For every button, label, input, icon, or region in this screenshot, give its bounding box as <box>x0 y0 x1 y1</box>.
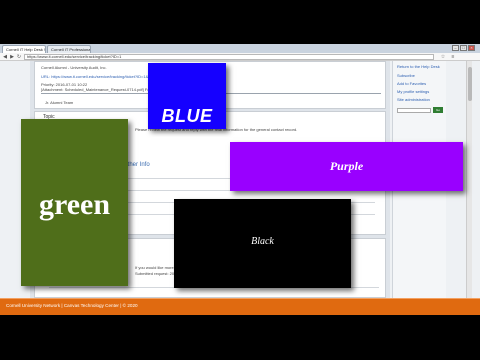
black-card-label: Black <box>251 236 274 247</box>
address-toolbar: ◀ ▶ ↻ https://www.it.cornell.edu/service… <box>0 53 480 61</box>
url-field[interactable]: https://www.it.cornell.edu/service/track… <box>24 54 434 60</box>
blue-card-label: BLUE <box>161 106 213 126</box>
letterbox-bottom <box>0 315 480 360</box>
star-icon[interactable]: ☆ <box>440 54 446 60</box>
back-icon[interactable]: ◀ <box>2 54 8 60</box>
ticket-author: Jr. Alumni Team <box>45 100 74 105</box>
footer-text: Cornell University Network | Canvas Tech… <box>6 303 138 308</box>
forward-icon[interactable]: ▶ <box>9 54 15 60</box>
sidebar-search-input[interactable] <box>397 108 431 113</box>
sidebar-item-subscribe[interactable]: Subscribe <box>397 73 415 78</box>
ticket-line-1: Cornell Alumni - University Audit, Inc. <box>41 65 107 70</box>
sidebar-item-profile[interactable]: My profile settings <box>397 89 429 94</box>
green-card-label: green <box>38 188 111 221</box>
browser-tab-1[interactable]: Cornell IT Help Desk Ser... <box>2 45 46 53</box>
black-card: Black <box>174 199 351 288</box>
reload-icon[interactable]: ↻ <box>16 54 22 60</box>
purple-card: Purple <box>230 142 463 191</box>
video-frame: Cornell IT Help Desk Ser... Cornell IT P… <box>0 0 480 360</box>
green-card: green <box>21 119 128 286</box>
tab-strip: Cornell IT Help Desk Ser... Cornell IT P… <box>0 44 480 53</box>
sidebar-item-help-desk[interactable]: Return to the Help Desk <box>397 64 440 69</box>
scrollbar[interactable] <box>466 61 472 298</box>
menu-icon[interactable]: ≡ <box>450 54 456 60</box>
purple-card-label: Purple <box>329 159 364 173</box>
sidebar-go-button[interactable]: Go <box>433 107 443 113</box>
minimize-icon[interactable]: – <box>452 45 459 51</box>
maximize-icon[interactable]: □ <box>460 45 467 51</box>
footer-bar: Cornell University Network | Canvas Tech… <box>0 298 480 315</box>
close-icon[interactable]: × <box>468 45 475 51</box>
browser-tab-2[interactable]: Cornell IT Professionals ... <box>47 45 91 53</box>
scrollbar-thumb[interactable] <box>468 67 472 101</box>
blue-card: BLUE <box>148 63 226 129</box>
letterbox-top <box>0 0 480 44</box>
sidebar-item-favorites[interactable]: Add to Favorites <box>397 81 426 86</box>
sidebar-item-admin[interactable]: Site administration <box>397 97 430 102</box>
